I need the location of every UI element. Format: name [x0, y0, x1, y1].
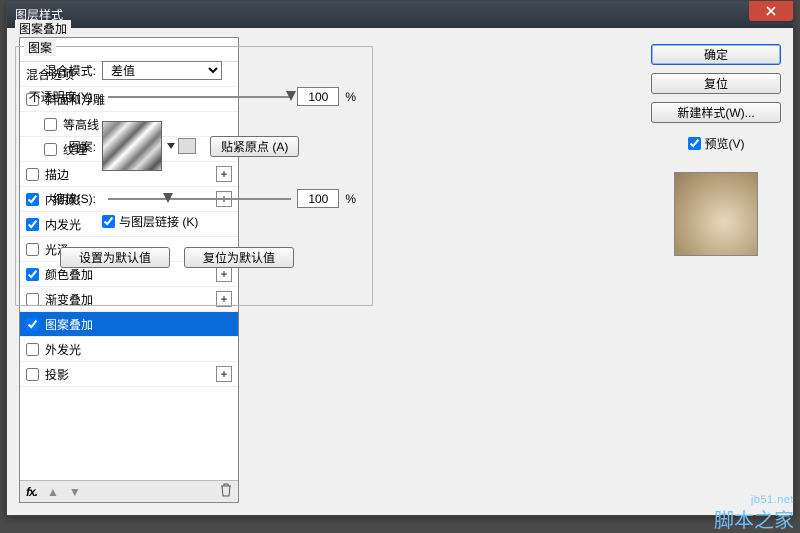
dialog-buttons: 确定 复位 新建样式(W)... 预览(V): [651, 44, 781, 256]
scale-label: 缩放(S):: [26, 190, 96, 207]
preview-thumbnail: [674, 172, 758, 256]
preview-checkbox[interactable]: [688, 137, 701, 150]
preview-label: 预览(V): [705, 135, 745, 152]
scale-slider[interactable]: [108, 191, 291, 207]
close-icon: [766, 6, 776, 16]
cancel-button[interactable]: 复位: [651, 73, 781, 94]
scale-input[interactable]: [297, 189, 339, 208]
new-preset-icon[interactable]: [178, 138, 196, 154]
pattern-swatch[interactable]: [102, 121, 162, 171]
pattern-group: 图案 混合模式: 差值 不透明度(Y): % 图案:: [15, 46, 373, 306]
dialog-body: 样式 混合选项 斜面和浮雕 等高线 纹理 描边+ 内阴影+ 内发光 光泽 颜色叠…: [7, 28, 793, 515]
ok-button[interactable]: 确定: [651, 44, 781, 65]
make-default-button[interactable]: 设置为默认值: [60, 247, 170, 268]
layer-style-dialog: 图层样式 样式 混合选项 斜面和浮雕 等高线 纹理 描边+ 内阴影+ 内发光 光…: [6, 0, 794, 516]
reset-default-button[interactable]: 复位为默认值: [184, 247, 294, 268]
blend-mode-label: 混合模式:: [26, 62, 96, 79]
chevron-down-icon: [167, 143, 175, 149]
link-layer-label: 与图层链接 (K): [119, 213, 198, 230]
percent-label: %: [345, 90, 356, 104]
group-title: 图案叠加: [15, 20, 71, 37]
blend-mode-select[interactable]: 差值: [102, 61, 222, 80]
new-style-button[interactable]: 新建样式(W)...: [651, 102, 781, 123]
close-button[interactable]: [749, 1, 793, 21]
pattern-overlay-group: 图案叠加 图案 混合模式: 差值 不透明度(Y): % 图案:: [7, 28, 379, 318]
opacity-slider[interactable]: [108, 89, 291, 105]
snap-origin-button[interactable]: 贴紧原点 (A): [210, 136, 299, 157]
titlebar[interactable]: 图层样式: [7, 1, 793, 28]
percent-label: %: [345, 192, 356, 206]
pattern-label: 图案:: [26, 138, 96, 155]
opacity-label: 不透明度(Y):: [26, 88, 96, 105]
opacity-input[interactable]: [297, 87, 339, 106]
pattern-group-title: 图案: [24, 39, 56, 56]
link-layer-checkbox[interactable]: [102, 215, 115, 228]
